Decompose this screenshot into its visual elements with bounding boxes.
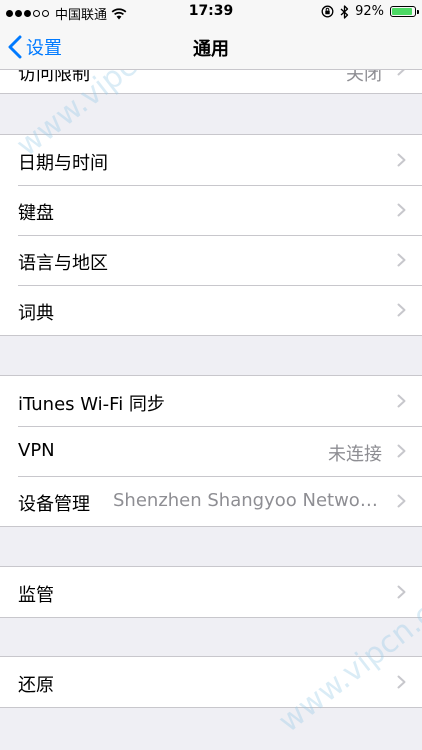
chevron-right-icon (397, 253, 406, 267)
settings-row-reset[interactable]: 还原 (0, 657, 422, 707)
chevron-right-icon (397, 394, 406, 408)
settings-group-3: 监管 (0, 566, 422, 618)
chevron-right-icon (397, 585, 406, 599)
settings-group-2: iTunes Wi-Fi 同步 VPN 未连接 设备管理 Shenzhen Sh… (0, 375, 422, 527)
row-label: 日期与时间 (18, 153, 108, 174)
chevron-right-icon (397, 303, 406, 317)
chevron-right-icon (397, 153, 406, 167)
settings-row-itunes-wifi-sync[interactable]: iTunes Wi-Fi 同步 (0, 376, 422, 426)
page-title: 通用 (193, 39, 229, 60)
row-label: iTunes Wi-Fi 同步 (18, 394, 165, 415)
row-label: 语言与地区 (18, 253, 108, 274)
settings-row-keyboard[interactable]: 键盘 (0, 185, 422, 235)
settings-group-4: 还原 (0, 656, 422, 708)
status-bar: 中国联通 17:39 92% (0, 0, 422, 24)
row-label: 设备管理 (18, 494, 90, 515)
chevron-right-icon (397, 203, 406, 217)
settings-row-date-time[interactable]: 日期与时间 (0, 135, 422, 185)
settings-row-dictionary[interactable]: 词典 (0, 285, 422, 335)
row-label: 还原 (18, 675, 54, 696)
battery-icon (390, 6, 419, 17)
battery-fill (392, 8, 413, 15)
settings-row-language-region[interactable]: 语言与地区 (0, 235, 422, 285)
orientation-lock-icon (321, 5, 334, 18)
navigation-bar: 设置 通用 (0, 24, 422, 70)
settings-screen: 中国联通 17:39 92% 设置 通用 访问限制 关闭 日期与时间 键盘 语言… (0, 0, 422, 750)
row-value: Shenzhen Shangyoo Network... (113, 490, 382, 511)
settings-group-1: 日期与时间 键盘 语言与地区 词典 (0, 134, 422, 336)
chevron-right-icon (397, 494, 406, 508)
row-value: 未连接 (328, 444, 382, 465)
chevron-right-icon (397, 444, 406, 458)
battery-percent: 92% (355, 4, 384, 19)
row-label: 词典 (18, 303, 54, 324)
row-label: 监管 (18, 585, 54, 606)
row-label: 键盘 (18, 203, 54, 224)
status-right: 92% (321, 4, 419, 19)
bluetooth-icon (340, 4, 349, 19)
row-label: VPN (18, 440, 55, 461)
settings-row-device-management[interactable]: 设备管理 Shenzhen Shangyoo Network... (0, 476, 422, 526)
settings-row-vpn[interactable]: VPN 未连接 (0, 426, 422, 476)
chevron-right-icon (397, 675, 406, 689)
settings-row-supervision[interactable]: 监管 (0, 567, 422, 617)
